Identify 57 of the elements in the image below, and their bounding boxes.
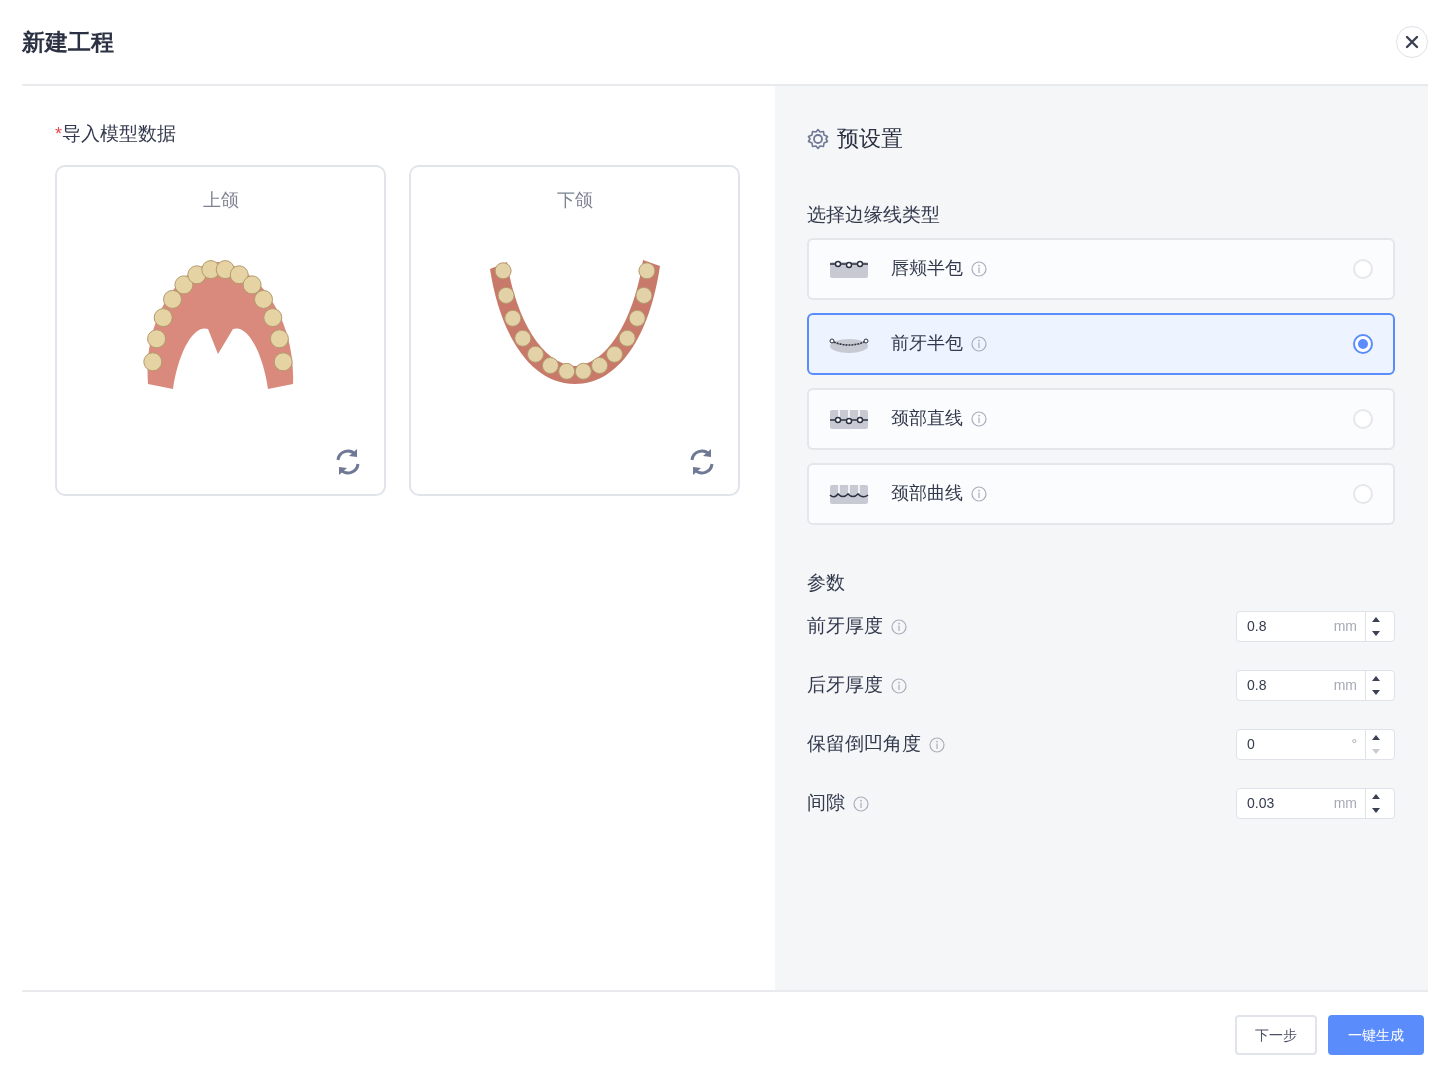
up-arrow-icon (1370, 674, 1381, 682)
info-icon (929, 736, 945, 753)
value-input[interactable]: 0 (1237, 733, 1327, 756)
option-label: 颈部曲线 (891, 482, 963, 505)
info-icon (891, 618, 907, 635)
model-card[interactable]: 上颌 (55, 164, 386, 496)
up-arrow-icon (1370, 792, 1381, 800)
parameter-label: 后牙厚度 (807, 673, 883, 698)
down-arrow-icon (1370, 748, 1381, 756)
model-label: 下颌 (555, 188, 594, 212)
number-field[interactable]: 0.03 mm (1236, 788, 1395, 819)
info-icon (891, 677, 907, 694)
close-button[interactable] (1396, 26, 1428, 58)
edge-type-option[interactable]: 颈部直线 (807, 387, 1395, 450)
required-mark: * (55, 122, 62, 146)
info-icon (971, 410, 987, 427)
option-label: 颈部直线 (891, 407, 963, 430)
value-input[interactable]: 0.8 (1237, 674, 1327, 697)
section-title: 导入模型数据 (62, 122, 176, 146)
parameter-label: 保留倒凹角度 (807, 732, 921, 757)
number-field[interactable]: 0.8 mm (1236, 670, 1395, 701)
next-button[interactable]: 下一步 (1235, 1015, 1317, 1055)
gear-icon (807, 127, 829, 150)
model-label: 上颌 (201, 188, 240, 212)
down-arrow-icon (1370, 689, 1381, 697)
unit-label: ° (1350, 735, 1358, 754)
info-icon (971, 485, 987, 502)
number-field[interactable]: 0 ° (1236, 729, 1395, 760)
edge-type-option[interactable]: 颈部曲线 (807, 462, 1395, 525)
model-card[interactable]: 下颌 (409, 164, 740, 496)
unit-label: mm (1332, 676, 1358, 695)
down-arrow-icon (1370, 630, 1381, 638)
info-icon (853, 795, 869, 812)
radio-button[interactable] (1353, 333, 1373, 354)
parameter-label: 间隙 (807, 791, 845, 816)
refresh-icon[interactable] (334, 447, 362, 476)
number-field[interactable]: 0.8 mm (1236, 611, 1395, 642)
option-label: 前牙半包 (891, 332, 963, 355)
parameter-label: 前牙厚度 (807, 614, 883, 639)
unit-label: mm (1332, 794, 1358, 813)
up-arrow-icon (1370, 733, 1381, 741)
option-label: 唇颊半包 (891, 257, 963, 280)
refresh-icon[interactable] (688, 447, 716, 476)
down-arrow-icon (1370, 807, 1381, 815)
panel-title: 预设置 (837, 125, 903, 153)
close-icon (1405, 35, 1419, 49)
info-icon (971, 260, 987, 277)
value-input[interactable]: 0.8 (1237, 615, 1327, 638)
edge-type-option[interactable]: 唇颊半包 (807, 237, 1395, 300)
value-input[interactable]: 0.03 (1237, 792, 1327, 815)
section-title: 选择边缘线类型 (807, 203, 941, 227)
up-arrow-icon (1370, 615, 1381, 623)
edge-type-option[interactable]: 前牙半包 (807, 312, 1395, 375)
section-title: 参数 (807, 570, 846, 595)
info-icon (971, 335, 987, 352)
unit-label: mm (1332, 617, 1358, 636)
dialog-title: 新建工程 (22, 27, 114, 57)
